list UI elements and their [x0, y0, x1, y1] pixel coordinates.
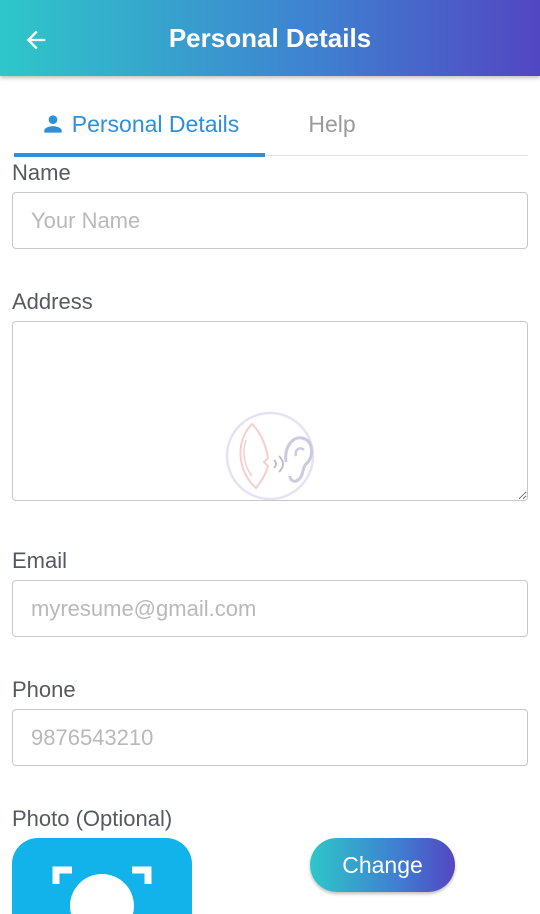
- back-button[interactable]: [18, 22, 54, 58]
- email-label: Email: [12, 548, 68, 573]
- email-input[interactable]: [12, 580, 528, 637]
- tab-label: Personal Details: [71, 110, 240, 137]
- photo-placeholder[interactable]: [12, 838, 192, 914]
- tab-bar: Personal Details Help: [14, 92, 528, 157]
- tab-help[interactable]: Help: [265, 92, 399, 156]
- watermark-logo: [225, 411, 315, 501]
- arrow-left-icon: [26, 30, 46, 50]
- page-title: Personal Details: [168, 22, 372, 53]
- camera-frame-icon: [52, 866, 152, 914]
- tab-personal-details[interactable]: Personal Details: [14, 92, 265, 157]
- photo-label: Photo (Optional): [12, 806, 173, 831]
- app-bar: Personal Details: [0, 0, 540, 76]
- name-label: Name: [12, 160, 71, 185]
- change-photo-button[interactable]: Change: [310, 838, 455, 892]
- person-icon: [40, 111, 66, 137]
- active-tab-indicator: [14, 153, 265, 157]
- address-label: Address: [12, 289, 93, 314]
- phone-input[interactable]: [12, 709, 528, 766]
- phone-label: Phone: [12, 677, 76, 702]
- name-input[interactable]: [12, 192, 528, 249]
- tab-label: Help: [308, 110, 356, 137]
